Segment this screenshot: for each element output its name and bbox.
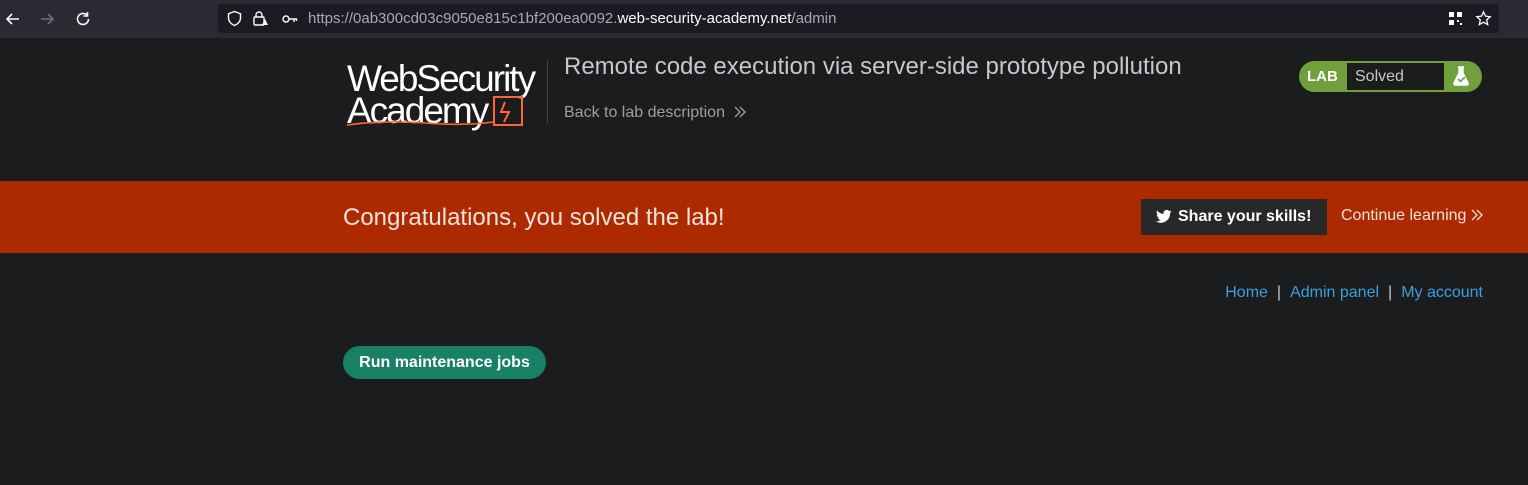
nav-link-admin-panel[interactable]: Admin panel xyxy=(1290,284,1379,301)
continue-learning-label: Continue learning xyxy=(1341,207,1467,224)
back-arrow-icon[interactable] xyxy=(3,9,23,29)
address-bar[interactable]: https://0ab300cd03c9050e815c1bf200ea0092… xyxy=(218,4,1499,33)
lab-title: Remote code execution via server-side pr… xyxy=(564,53,1182,80)
forward-arrow-icon[interactable] xyxy=(37,9,57,29)
shield-icon[interactable] xyxy=(226,10,243,27)
browser-toolbar: https://0ab300cd03c9050e815c1bf200ea0092… xyxy=(0,0,1528,38)
nav-link-home[interactable]: Home xyxy=(1225,284,1268,301)
url-text: https://0ab300cd03c9050e815c1bf200ea0092… xyxy=(308,10,836,27)
logo-underline-icon xyxy=(346,121,494,126)
header-divider xyxy=(547,60,548,123)
logo-lightning-icon xyxy=(493,96,523,126)
share-your-skills-button[interactable]: Share your skills! xyxy=(1141,199,1327,235)
permissions-key-icon[interactable] xyxy=(281,10,298,27)
double-chevron-right-icon xyxy=(734,106,747,118)
web-security-academy-logo[interactable]: WebSecurity Academy xyxy=(345,58,545,131)
badge-status-text: Solved xyxy=(1355,68,1404,85)
qr-code-icon[interactable] xyxy=(1447,10,1464,27)
bookmark-star-icon[interactable] xyxy=(1475,10,1492,27)
flask-icon xyxy=(1453,66,1469,86)
lock-warning-icon[interactable] xyxy=(252,10,269,27)
url-prefix: https://0ab300cd03c9050e815c1bf200ea0092… xyxy=(308,10,618,27)
share-button-label: Share your skills! xyxy=(1178,208,1312,225)
badge-lab-label: LAB xyxy=(1307,68,1338,85)
reload-icon[interactable] xyxy=(73,9,93,29)
badge-status-box: Solved xyxy=(1347,63,1444,90)
solved-banner: Congratulations, you solved the lab! Sha… xyxy=(0,181,1528,253)
continue-learning-link[interactable]: Continue learning xyxy=(1341,207,1484,225)
back-link-label: Back to lab description xyxy=(564,104,725,121)
url-domain: web-security-academy.net xyxy=(617,10,792,27)
nav-link-my-account[interactable]: My account xyxy=(1401,284,1483,301)
twitter-bird-icon xyxy=(1156,209,1172,223)
page-content: WebSecurity Academy Remote code executio… xyxy=(0,38,1528,485)
congratulations-message: Congratulations, you solved the lab! xyxy=(343,204,725,231)
nav-separator: | xyxy=(1276,284,1282,301)
url-path: /admin xyxy=(791,10,837,27)
nav-separator: | xyxy=(1388,284,1393,301)
double-chevron-right-icon xyxy=(1471,209,1483,221)
run-maintenance-jobs-button[interactable]: Run maintenance jobs xyxy=(343,346,546,379)
lab-status-badge: LAB Solved xyxy=(1299,61,1482,92)
top-navigation: Home | Admin panel | My account xyxy=(1225,284,1483,302)
back-to-lab-description-link[interactable]: Back to lab description xyxy=(564,104,747,122)
